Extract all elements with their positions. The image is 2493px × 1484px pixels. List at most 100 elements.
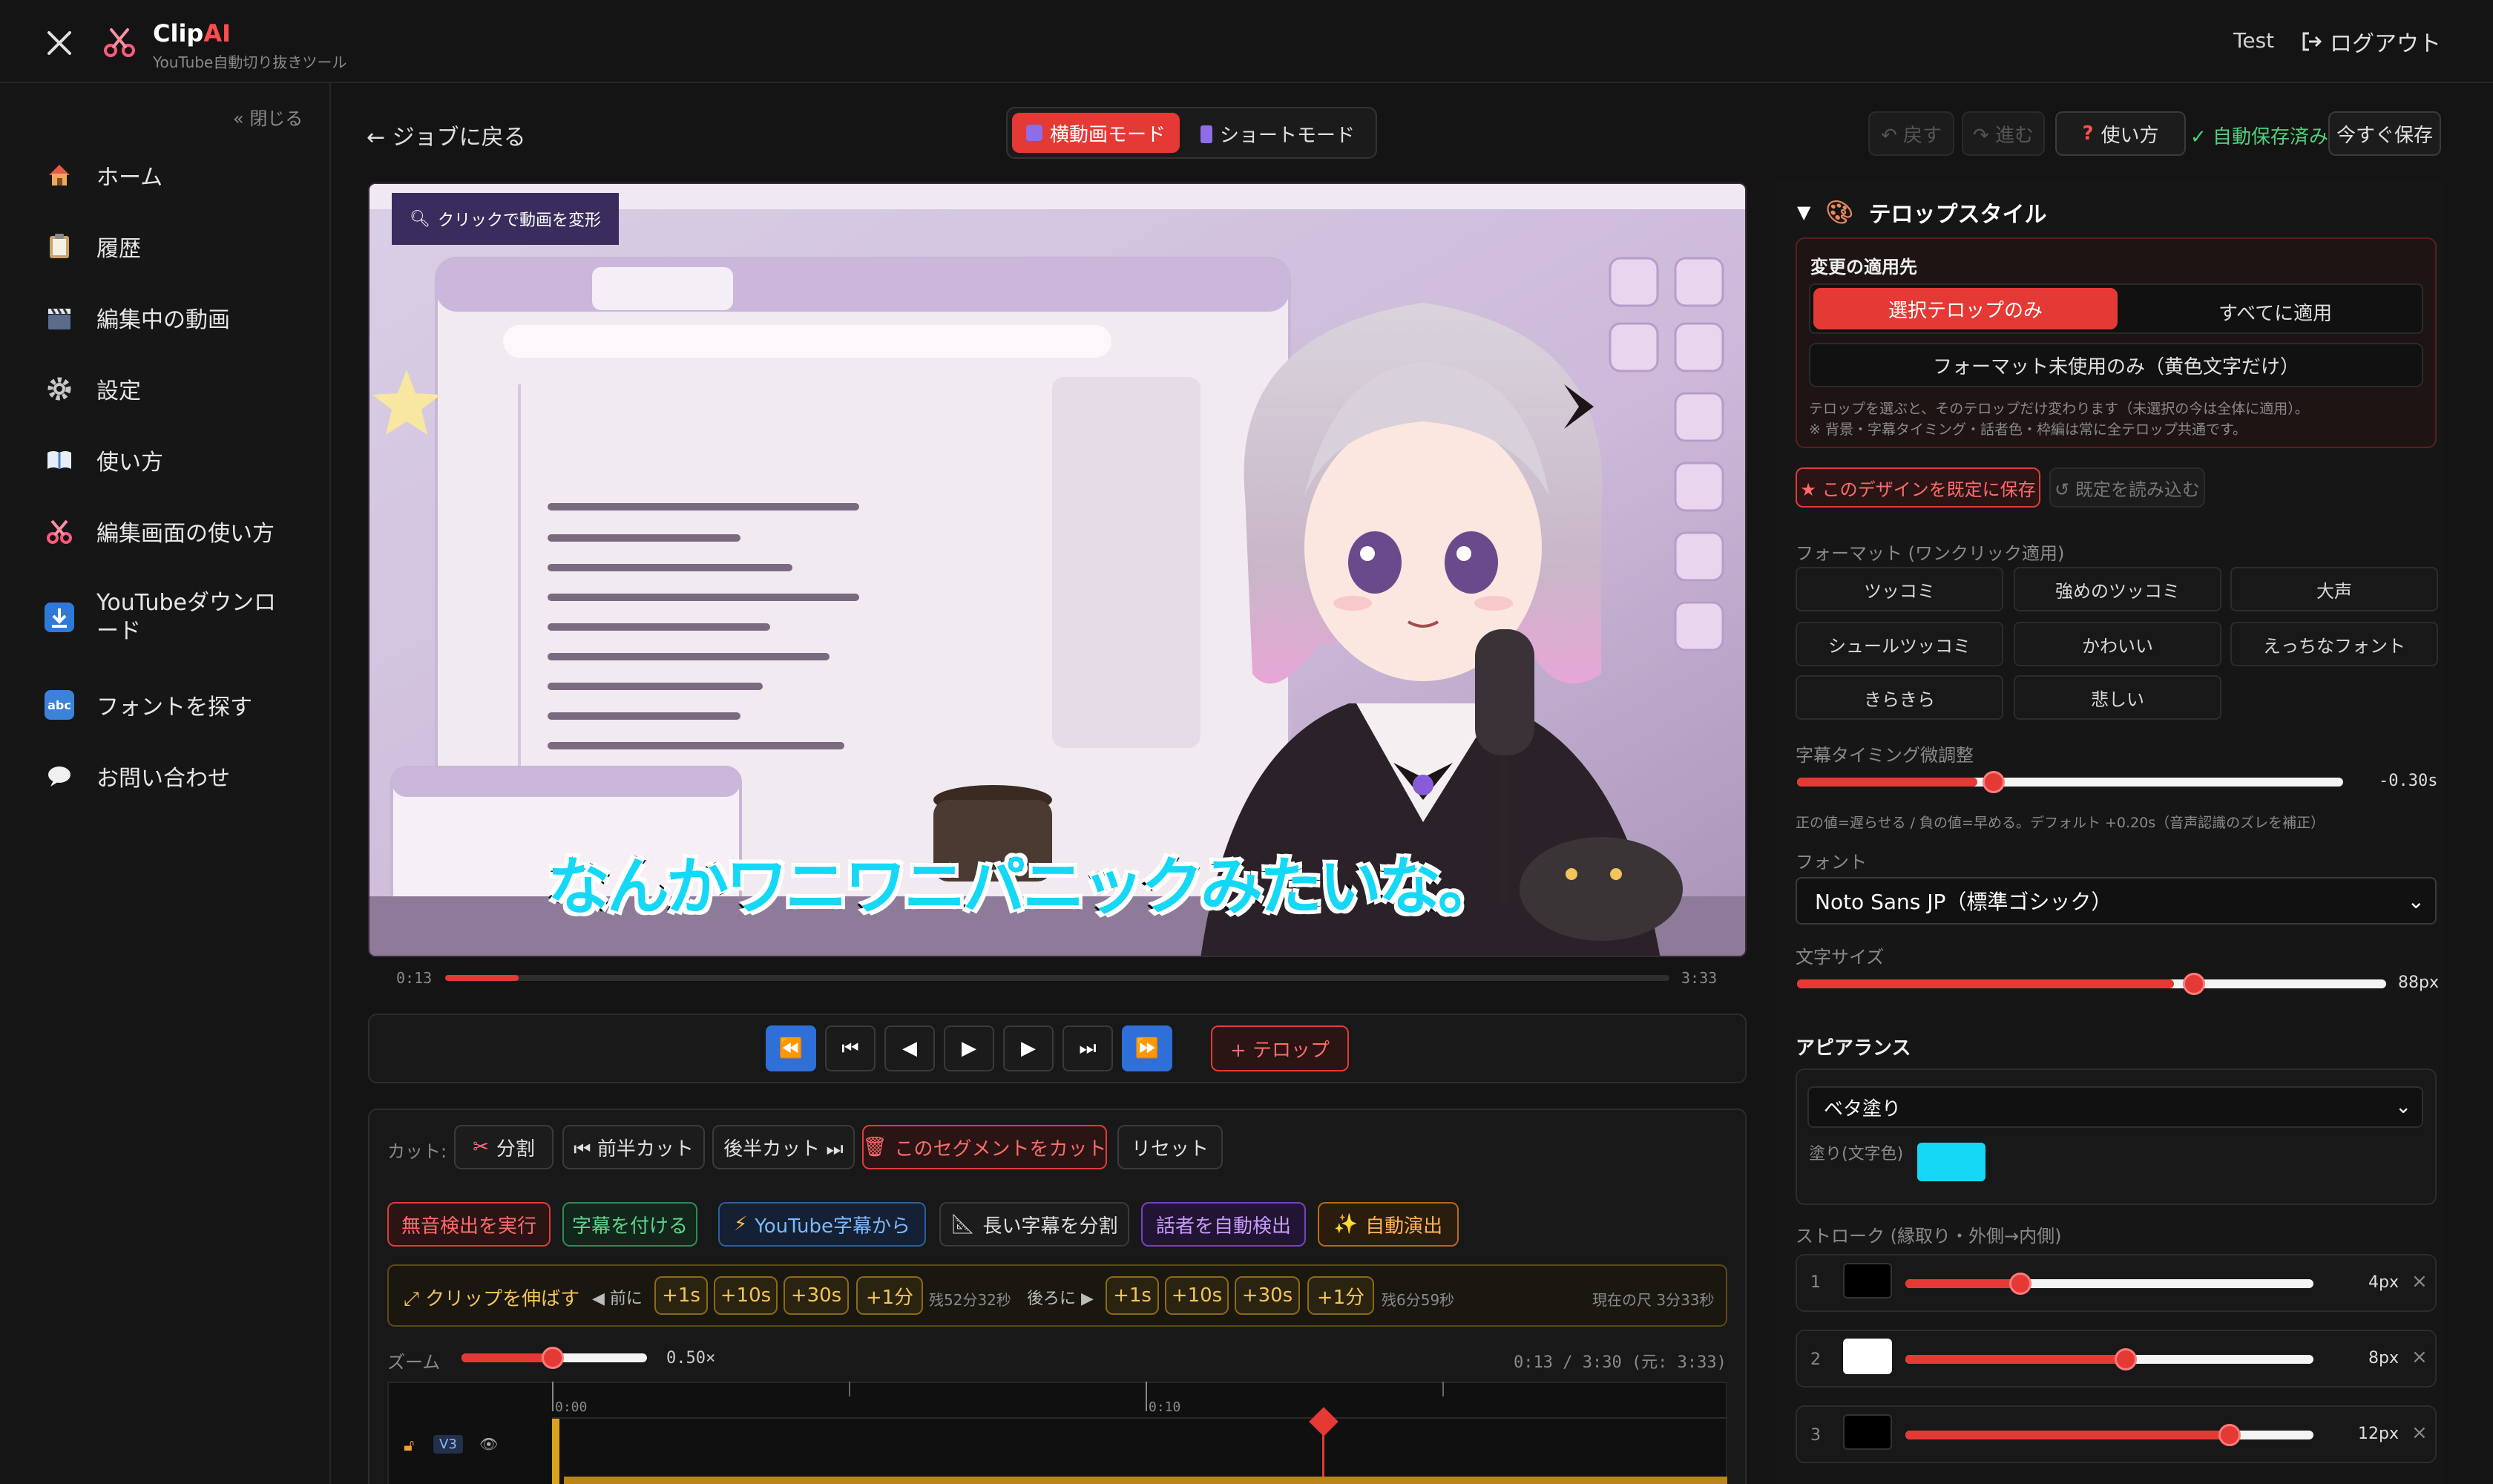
skip-forward-button[interactable]: ⏭ bbox=[1062, 1025, 1113, 1071]
fill-label: 塗り(文字色) bbox=[1809, 1145, 1904, 1163]
format-sparkle[interactable]: きらきら bbox=[1796, 675, 2003, 720]
stroke-slider-1-thumb[interactable] bbox=[2009, 1273, 2031, 1295]
seek-bar[interactable] bbox=[445, 975, 1669, 981]
zoom-slider-fill bbox=[462, 1353, 554, 1362]
stroke-color-2[interactable] bbox=[1843, 1339, 1892, 1374]
stroke-slider-2-thumb[interactable] bbox=[2115, 1348, 2137, 1370]
sidebar-item-home[interactable]: ホーム bbox=[45, 159, 162, 191]
stroke-remove-1-icon[interactable]: × bbox=[2411, 1270, 2428, 1293]
speaker-detect-button[interactable]: 話者を自動検出 bbox=[1141, 1202, 1306, 1247]
add-telop-button[interactable]: + テロップ bbox=[1211, 1025, 1349, 1071]
format-sad[interactable]: 悲しい bbox=[2014, 675, 2221, 720]
cut-front-button[interactable]: ⏮ 前半カット bbox=[562, 1125, 705, 1169]
logout-button[interactable]: ログアウト bbox=[2300, 25, 2441, 58]
skip-back-button[interactable]: ⏮ bbox=[825, 1025, 876, 1071]
split-button[interactable]: ✂ 分割 bbox=[454, 1125, 554, 1169]
extend-before-30s[interactable]: +30s bbox=[784, 1276, 849, 1315]
stroke-slider-1[interactable] bbox=[1905, 1273, 2313, 1295]
extend-after-10s[interactable]: +10s bbox=[1165, 1276, 1229, 1315]
size-slider[interactable] bbox=[1797, 973, 2386, 995]
format-tsukkomi[interactable]: ツッコミ bbox=[1796, 567, 2003, 611]
extend-after-1s[interactable]: +1s bbox=[1106, 1276, 1159, 1315]
format-strong-tsukkomi[interactable]: 強めのツッコミ bbox=[2014, 567, 2221, 611]
abc-icon: abc bbox=[45, 690, 74, 720]
clipboard-icon bbox=[45, 232, 74, 261]
zoom-slider-thumb[interactable] bbox=[542, 1347, 564, 1369]
load-default-button[interactable]: ↺ 既定を読み込む bbox=[2049, 467, 2205, 508]
sidebar-item-history[interactable]: 履歴 bbox=[45, 230, 141, 263]
close-icon[interactable] bbox=[42, 25, 77, 61]
timing-slider[interactable] bbox=[1797, 771, 2343, 793]
step-back-button[interactable]: ◀ bbox=[884, 1025, 935, 1071]
scissors-icon: ✂ bbox=[473, 1136, 489, 1158]
zoom-slider[interactable] bbox=[462, 1347, 647, 1369]
split-long-subtitles-button[interactable]: 📐︎ 長い字幕を分割 bbox=[939, 1202, 1129, 1247]
stroke-color-3[interactable] bbox=[1843, 1414, 1892, 1450]
extend-before-1s[interactable]: +1s bbox=[654, 1276, 708, 1315]
reset-button[interactable]: リセット bbox=[1117, 1125, 1223, 1169]
apply-all-button[interactable]: すべてに適用 bbox=[2218, 298, 2332, 326]
save-now-button[interactable]: 今すぐ保存 bbox=[2328, 111, 2441, 156]
stroke-slider-3-thumb[interactable] bbox=[2218, 1424, 2241, 1446]
sidebar-item-settings[interactable]: 設定 bbox=[45, 372, 141, 405]
palette-icon: 🎨︎ bbox=[1825, 199, 1854, 226]
extend-after-label: 後ろに ▶ bbox=[1027, 1290, 1094, 1308]
mode-short-button[interactable]: ショートモード bbox=[1200, 120, 1355, 148]
extend-before-10s[interactable]: +10s bbox=[714, 1276, 778, 1315]
apply-target-title: 変更の適用先 bbox=[1810, 257, 1917, 278]
sidebar-item-editing[interactable]: 編集中の動画 bbox=[45, 301, 230, 334]
silence-detect-button[interactable]: 無音検出を実行 bbox=[387, 1202, 551, 1247]
telop-style-header[interactable]: ▼ 🎨︎ テロップスタイル bbox=[1797, 196, 2047, 229]
stroke-remove-3-icon[interactable]: × bbox=[2411, 1422, 2428, 1444]
format-surreal-tsukkomi[interactable]: シュールツッコミ bbox=[1796, 622, 2003, 666]
timeline-clip-segments[interactable] bbox=[564, 1477, 1727, 1484]
mode-landscape-button[interactable]: 横動画モード bbox=[1012, 113, 1180, 153]
eye-icon[interactable]: 👁︎ bbox=[479, 1435, 498, 1453]
size-slider-thumb[interactable] bbox=[2183, 973, 2205, 995]
appearance-select[interactable]: ベタ塗り ⌄ bbox=[1807, 1086, 2423, 1128]
cut-back-button[interactable]: 後半カット ⏭ bbox=[712, 1125, 855, 1169]
back-to-jobs-link[interactable]: ← ジョブに戻る bbox=[367, 119, 526, 151]
extend-before-1min[interactable]: +1分 bbox=[856, 1276, 923, 1315]
app-tagline: YouTube自動切り抜きツール bbox=[153, 53, 347, 71]
video-subtitle[interactable]: なんかワニワニパニックみたいな。 bbox=[545, 837, 1502, 927]
redo-button[interactable]: ↷ 進む bbox=[1962, 111, 2045, 156]
extend-after-1min[interactable]: +1分 bbox=[1307, 1276, 1374, 1315]
sidebar-item-howto[interactable]: 使い方 bbox=[45, 444, 163, 476]
youtube-subtitles-button[interactable]: ⚡ YouTube字幕から bbox=[718, 1202, 926, 1247]
extend-after-30s[interactable]: +30s bbox=[1235, 1276, 1300, 1315]
auto-effects-button[interactable]: ✨ 自動演出 bbox=[1318, 1202, 1459, 1247]
format-loud[interactable]: 大声 bbox=[2230, 567, 2438, 611]
stroke-remove-2-icon[interactable]: × bbox=[2411, 1346, 2428, 1368]
lock-icon[interactable]: 🔓︎ bbox=[404, 1437, 414, 1455]
landscape-icon bbox=[1025, 125, 1042, 141]
apply-selected-button[interactable]: 選択テロップのみ bbox=[1813, 288, 2118, 329]
play-button[interactable]: ▶ bbox=[944, 1025, 994, 1071]
transform-hint-badge[interactable]: 🔍︎ クリックで動画を変形 bbox=[392, 193, 619, 245]
undo-button[interactable]: ↶ 戻す bbox=[1868, 111, 1954, 156]
portrait-icon bbox=[1200, 125, 1212, 143]
apply-unformatted-button[interactable]: フォーマット未使用のみ（黄色文字だけ） bbox=[1809, 343, 2423, 387]
timing-slider-thumb[interactable] bbox=[1983, 771, 2005, 793]
sidebar-item-editor-howto[interactable]: 編集画面の使い方 bbox=[45, 515, 275, 548]
stroke-color-1[interactable] bbox=[1843, 1263, 1892, 1298]
font-select[interactable]: Noto Sans JP（標準ゴシック） ⌄ bbox=[1796, 877, 2437, 925]
stroke-slider-3[interactable] bbox=[1905, 1424, 2313, 1446]
rewind-far-button[interactable]: ⏪ bbox=[766, 1025, 816, 1071]
sidebar-item-yt-download[interactable]: YouTubeダウンロード bbox=[45, 589, 289, 646]
user-name: Test bbox=[2233, 28, 2275, 53]
help-button[interactable]: ? 使い方 bbox=[2055, 111, 2186, 156]
sidebar-item-contact[interactable]: お問い合わせ bbox=[45, 760, 230, 792]
format-ecchi-font[interactable]: えっちなフォント bbox=[2230, 622, 2438, 666]
cut-segment-button[interactable]: 🗑︎ このセグメントをカット bbox=[862, 1125, 1107, 1169]
sidebar-item-fonts[interactable]: abc フォントを探す bbox=[45, 689, 252, 721]
add-subtitles-button[interactable]: 字幕を付ける bbox=[562, 1202, 697, 1247]
fill-color-swatch[interactable] bbox=[1917, 1143, 1985, 1181]
timing-slider-fill bbox=[1797, 778, 1977, 787]
forward-far-button[interactable]: ⏩ bbox=[1122, 1025, 1172, 1071]
format-cute[interactable]: かわいい bbox=[2014, 622, 2221, 666]
save-default-button[interactable]: ★ このデザインを既定に保存 bbox=[1796, 467, 2040, 508]
step-forward-button[interactable]: ▶ bbox=[1003, 1025, 1054, 1071]
sidebar-collapse-button[interactable]: « 閉じる bbox=[233, 104, 303, 130]
stroke-slider-2[interactable] bbox=[1905, 1348, 2313, 1370]
